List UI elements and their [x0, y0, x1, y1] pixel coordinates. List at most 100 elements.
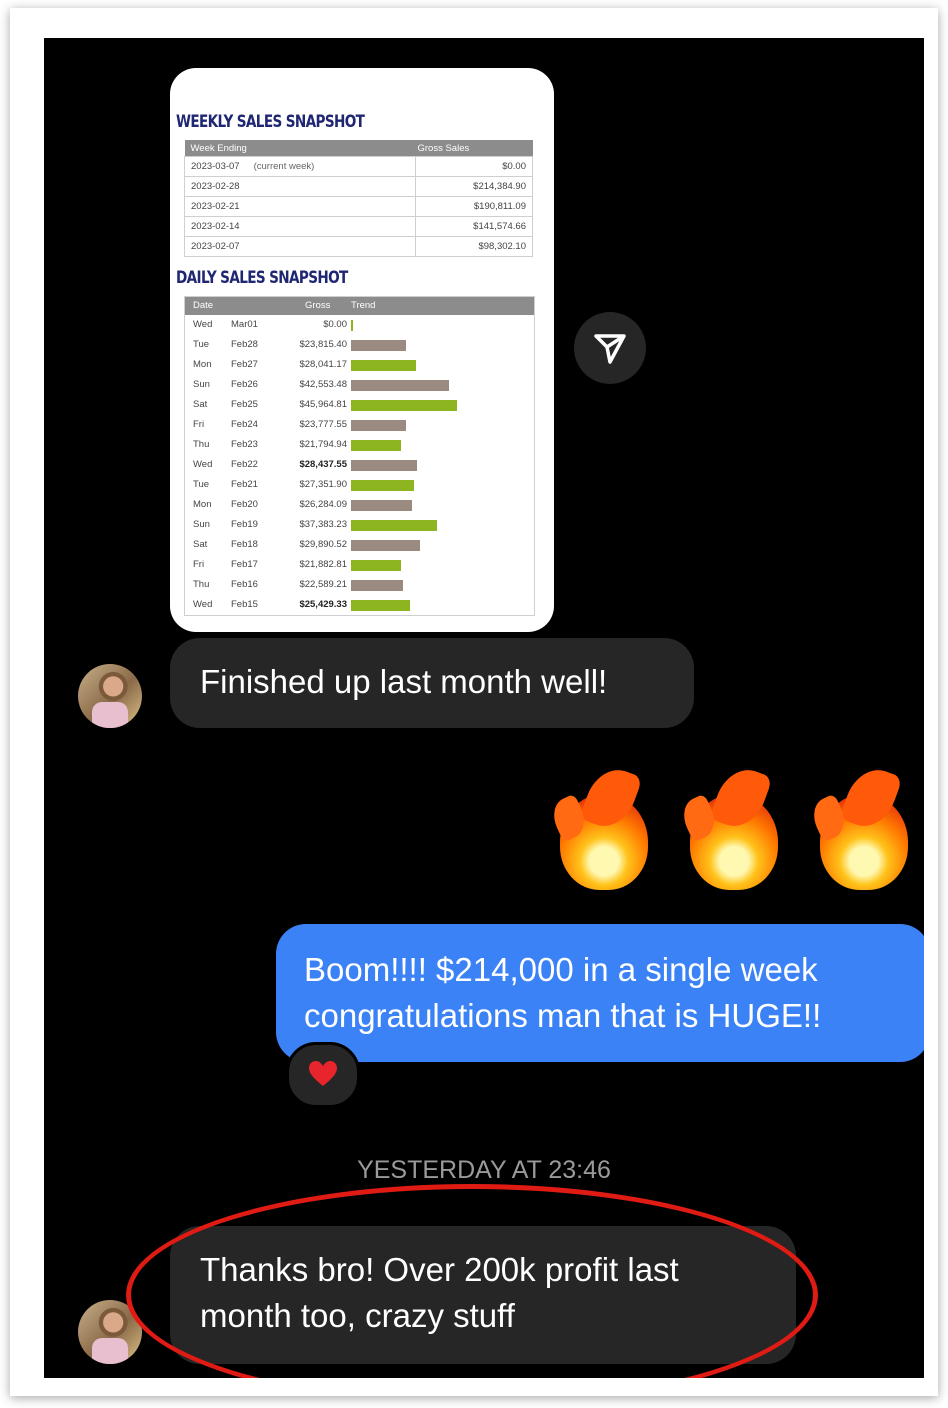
- week-ending: 2023-02-28: [191, 181, 240, 192]
- share-button[interactable]: [574, 312, 646, 384]
- daily-gross: $37,383.23: [299, 519, 347, 530]
- daily-gross: $23,777.55: [299, 419, 347, 430]
- weekly-week-cell: 2023-03-07 (current week): [184, 156, 416, 177]
- weekly-week-cell: 2023-02-28: [184, 176, 416, 197]
- trend-bar: [351, 460, 417, 471]
- daily-row: Mon Feb27 $28,041.17: [185, 355, 534, 375]
- trend-bar: [351, 520, 437, 531]
- daily-date: Feb20: [231, 499, 258, 510]
- daily-gross: $29,890.52: [299, 539, 347, 550]
- daily-title: DAILY SALES SNAPSHOT: [176, 268, 348, 288]
- daily-day: Sun: [193, 519, 210, 530]
- daily-row: Mon Feb20 $26,284.09: [185, 495, 534, 515]
- heart-reaction[interactable]: [286, 1042, 360, 1108]
- week-ending: 2023-02-07: [191, 241, 240, 252]
- daily-date: Feb25: [231, 399, 258, 410]
- weekly-gross-cell: $0.00: [415, 156, 533, 177]
- trend-bar: [351, 380, 449, 391]
- daily-row: Tue Feb21 $27,351.90: [185, 475, 534, 495]
- trend-bar: [351, 600, 410, 611]
- shared-sales-screenshot[interactable]: WEEKLY SALES SNAPSHOT Week Ending Gross …: [170, 68, 554, 632]
- daily-row: Sat Feb25 $45,964.81: [185, 395, 534, 415]
- daily-gross: $45,964.81: [299, 399, 347, 410]
- avatar[interactable]: [78, 664, 142, 728]
- daily-day: Tue: [193, 339, 210, 350]
- weekly-row: 2023-02-07 $98,302.10: [184, 236, 533, 257]
- timestamp: YESTERDAY AT 23:46: [357, 1156, 611, 1184]
- daily-header: Date Gross Trend: [185, 297, 534, 315]
- daily-gross: $22,589.21: [299, 579, 347, 590]
- highlight-circle: [126, 1184, 818, 1378]
- daily-gross: $25,429.33: [299, 599, 347, 610]
- daily-day: Sat: [193, 399, 208, 410]
- week-ending: 2023-02-21: [191, 201, 240, 212]
- week-note: (current week): [253, 161, 315, 172]
- trend-bar: [351, 480, 414, 491]
- weekly-gross-cell: $98,302.10: [415, 236, 533, 257]
- weekly-row: 2023-02-21 $190,811.09: [184, 196, 533, 217]
- week-ending: 2023-03-07: [191, 161, 240, 172]
- received-message-bubble[interactable]: Finished up last month well!: [170, 638, 694, 728]
- daily-header-trend: Trend: [351, 300, 376, 311]
- daily-row: Sun Feb19 $37,383.23: [185, 515, 534, 535]
- daily-day: Fri: [193, 419, 205, 430]
- week-ending: 2023-02-14: [191, 221, 240, 232]
- trend-bar: [351, 320, 353, 331]
- daily-row: Wed Feb15 $25,429.33: [185, 595, 534, 615]
- daily-day: Wed: [193, 319, 213, 330]
- received-message-text: Finished up last month well!: [200, 663, 608, 700]
- weekly-title: WEEKLY SALES SNAPSHOT: [176, 112, 365, 132]
- daily-day: Wed: [193, 459, 213, 470]
- daily-header-date: Date: [193, 300, 214, 311]
- daily-row: Fri Feb17 $21,882.81: [185, 555, 534, 575]
- daily-header-gross: Gross: [305, 300, 331, 311]
- fire-emoji: [806, 761, 914, 890]
- daily-date: Feb26: [231, 379, 258, 390]
- daily-date: Feb15: [231, 599, 258, 610]
- fire-emoji: [546, 761, 654, 890]
- daily-date: Feb28: [231, 339, 258, 350]
- daily-day: Thu: [193, 439, 210, 450]
- daily-day: Wed: [193, 599, 213, 610]
- trend-bar: [351, 580, 403, 591]
- weekly-gross-cell: $190,811.09: [415, 196, 533, 217]
- trend-bar: [351, 500, 412, 511]
- weekly-week-cell: 2023-02-07: [184, 236, 416, 257]
- weekly-week-cell: 2023-02-21: [184, 196, 416, 217]
- weekly-gross-cell: $141,574.66: [415, 216, 533, 237]
- trend-bar: [351, 420, 406, 431]
- daily-row: Sun Feb26 $42,553.48: [185, 375, 534, 395]
- daily-day: Thu: [193, 579, 210, 590]
- daily-row: Wed Mar01 $0.00: [185, 315, 534, 335]
- daily-row: Tue Feb28 $23,815.40: [185, 335, 534, 355]
- trend-bar: [351, 340, 406, 351]
- daily-date: Feb19: [231, 519, 258, 530]
- heart-icon: [309, 1061, 337, 1086]
- daily-row: Thu Feb16 $22,589.21: [185, 575, 534, 595]
- daily-date: Mar01: [231, 319, 258, 330]
- daily-date: Feb27: [231, 359, 258, 370]
- weekly-header-gross: Gross Sales: [415, 140, 533, 157]
- daily-day: Tue: [193, 479, 210, 490]
- weekly-gross-cell: $214,384.90: [415, 176, 533, 197]
- daily-row: Thu Feb23 $21,794.94: [185, 435, 534, 455]
- weekly-header-week: Week Ending: [184, 140, 416, 157]
- daily-gross: $28,437.55: [299, 459, 347, 470]
- sent-message-line-1: Boom!!!! $214,000 in a single week: [304, 951, 818, 988]
- weekly-row: 2023-03-07 (current week) $0.00: [184, 156, 533, 177]
- sent-message-line-2: congratulations man that is HUGE!!: [304, 997, 822, 1034]
- trend-bar: [351, 560, 401, 571]
- daily-day: Sun: [193, 379, 210, 390]
- daily-row: Sat Feb18 $29,890.52: [185, 535, 534, 555]
- trend-bar: [351, 360, 416, 371]
- daily-date: Feb18: [231, 539, 258, 550]
- daily-date: Feb17: [231, 559, 258, 570]
- weekly-row: 2023-02-28 $214,384.90: [184, 176, 533, 197]
- daily-gross: $23,815.40: [299, 339, 347, 350]
- sent-message-bubble[interactable]: Boom!!!! $214,000 in a single week congr…: [276, 924, 924, 1062]
- fire-emoji-message[interactable]: [546, 761, 914, 890]
- daily-day: Sat: [193, 539, 208, 550]
- daily-date: Feb22: [231, 459, 258, 470]
- daily-gross: $42,553.48: [299, 379, 347, 390]
- daily-date: Feb24: [231, 419, 258, 430]
